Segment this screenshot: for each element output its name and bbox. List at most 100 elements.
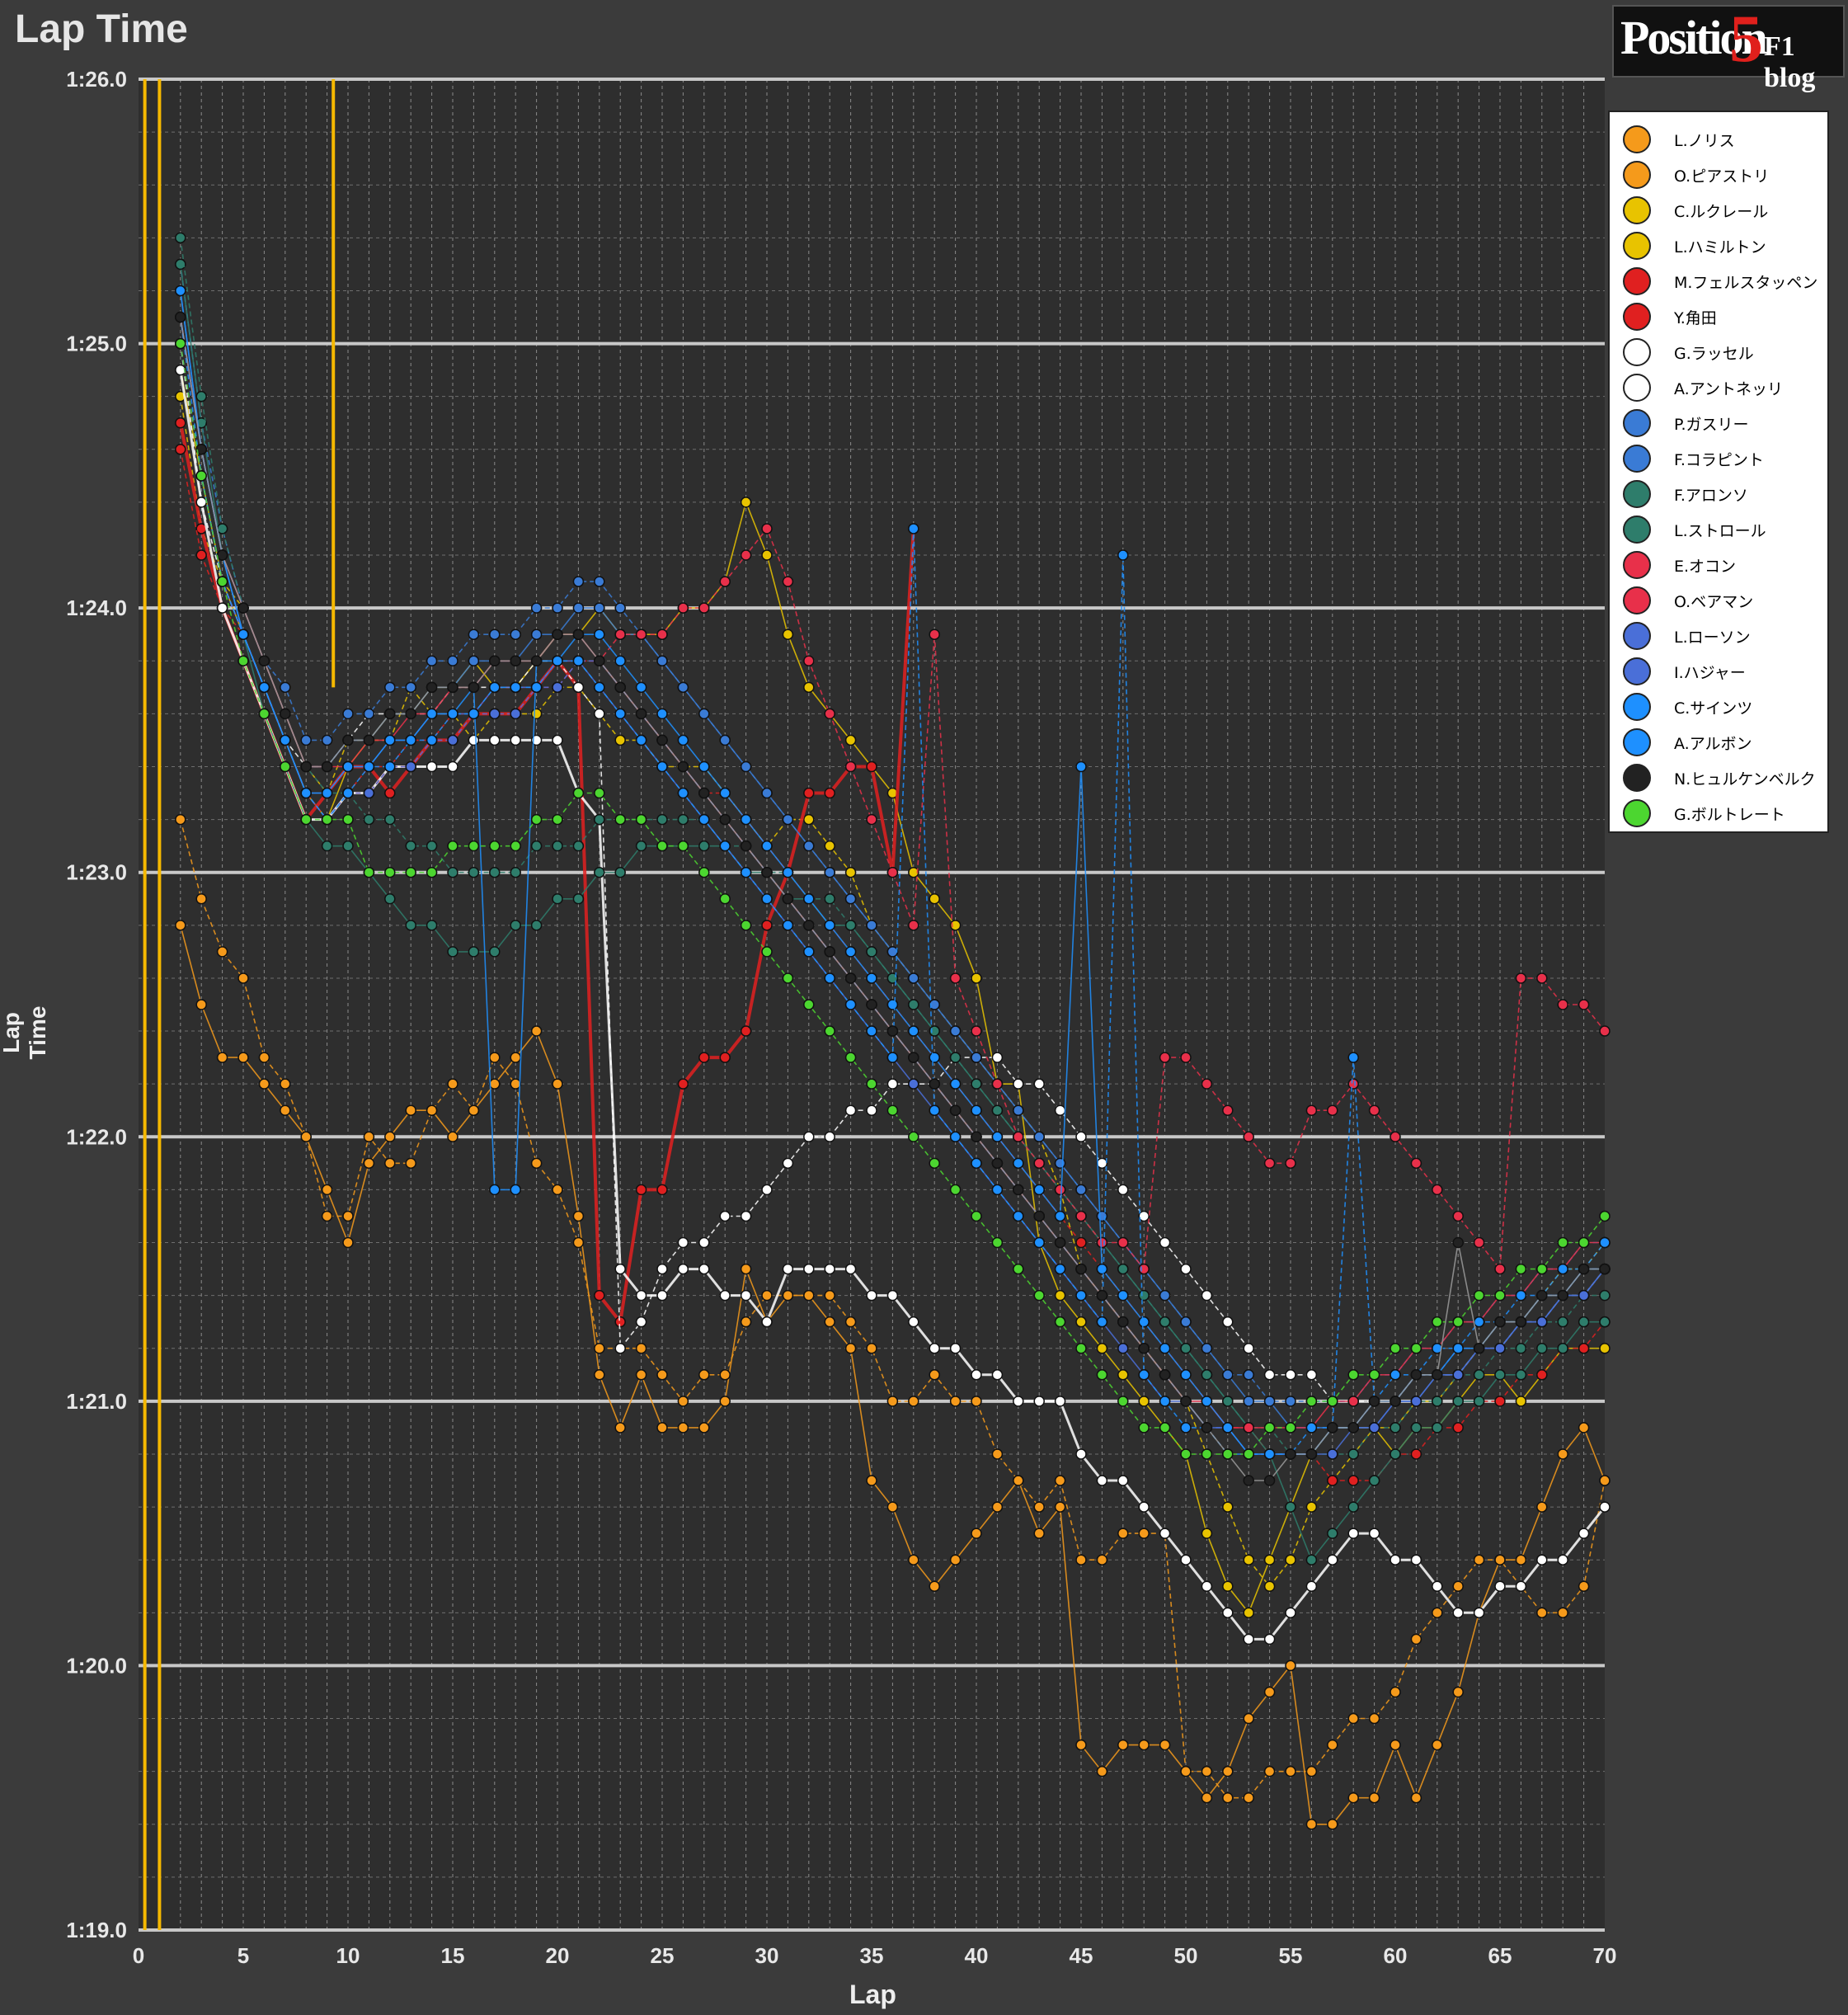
data-point: [971, 1396, 982, 1407]
data-point: [908, 972, 919, 984]
data-point: [1305, 1104, 1318, 1116]
legend-item: F.アロンソ: [1623, 477, 1748, 511]
data-point: [1473, 1316, 1485, 1328]
data-point: [824, 866, 835, 878]
data-point: [1054, 1316, 1066, 1328]
data-point: [635, 1369, 647, 1381]
data-point: [1243, 1422, 1254, 1434]
data-point: [844, 1104, 857, 1116]
data-point: [740, 920, 752, 931]
data-point: [594, 813, 605, 826]
data-point: [594, 602, 605, 614]
data-point: [1201, 1448, 1213, 1460]
data-point: [1054, 1157, 1066, 1170]
data-point: [1243, 1554, 1254, 1565]
data-point: [803, 681, 815, 694]
data-point: [719, 734, 731, 746]
data-point: [363, 866, 375, 878]
data-point: [1347, 1369, 1359, 1381]
x-tick-label: 20: [546, 1943, 570, 1968]
data-point: [971, 1104, 982, 1116]
data-point: [1536, 972, 1548, 984]
legend-label: F.アロンソ: [1674, 486, 1748, 505]
data-point: [1599, 1236, 1611, 1249]
legend-label: O.ピアストリ: [1674, 167, 1770, 186]
williams-icon: [1623, 693, 1651, 721]
data-point: [300, 787, 312, 799]
data-point: [949, 1554, 962, 1565]
data-point: [1096, 1289, 1108, 1302]
data-point: [1263, 1369, 1276, 1381]
data-point: [1452, 1607, 1464, 1619]
data-point: [1515, 1396, 1527, 1407]
kick-icon: [1623, 799, 1651, 827]
data-point: [824, 920, 835, 931]
data-point: [530, 840, 543, 852]
data-point: [1494, 1342, 1506, 1354]
data-point: [886, 1052, 899, 1063]
data-point: [1390, 1131, 1401, 1143]
data-point: [635, 681, 647, 694]
rb-icon: [1623, 657, 1651, 685]
data-point: [1285, 1501, 1296, 1513]
data-point: [195, 470, 207, 482]
data-point: [782, 576, 794, 587]
data-point: [468, 1104, 480, 1116]
legend-label: I.ハジャー: [1674, 663, 1746, 682]
data-point: [635, 1289, 647, 1302]
data-point: [1159, 1528, 1171, 1539]
data-point: [1243, 1607, 1254, 1619]
data-point: [844, 920, 857, 931]
data-point: [1013, 1263, 1024, 1275]
data-point: [1201, 1791, 1213, 1804]
data-point: [342, 1210, 354, 1222]
data-point: [971, 1131, 982, 1143]
data-point: [426, 920, 438, 931]
data-point: [1243, 1475, 1254, 1486]
data-point: [677, 787, 689, 799]
legend-label: L.ストロール: [1674, 521, 1766, 540]
data-point: [656, 629, 668, 640]
data-point: [761, 893, 773, 905]
data-point: [1390, 1342, 1401, 1354]
data-point: [552, 734, 563, 746]
legend-label: L.ローソン: [1674, 628, 1751, 647]
mclaren-icon: [1623, 125, 1651, 153]
data-point: [510, 1184, 521, 1196]
x-tick-label: 5: [237, 1943, 249, 1968]
data-point: [384, 1131, 396, 1143]
data-point: [614, 813, 626, 826]
data-point: [1390, 1686, 1401, 1698]
data-point: [489, 1052, 501, 1063]
data-point: [614, 1316, 626, 1328]
legend-item: N.ヒュルケンベルク: [1623, 760, 1816, 795]
data-point: [1138, 1396, 1150, 1407]
data-point: [1054, 1104, 1066, 1116]
legend-item: L.ストロール: [1623, 512, 1766, 547]
data-point: [908, 1131, 919, 1143]
data-point: [677, 681, 689, 694]
data-point: [1222, 1448, 1234, 1460]
data-point: [635, 840, 647, 852]
data-point: [991, 1131, 1004, 1143]
data-point: [489, 1184, 501, 1196]
legend-item: A.アントネッリ: [1623, 370, 1783, 405]
data-point: [1013, 1210, 1024, 1222]
data-point: [949, 1104, 962, 1116]
data-point: [1285, 1396, 1296, 1407]
data-point: [1368, 1422, 1380, 1434]
data-point: [1305, 1396, 1318, 1407]
data-point: [656, 734, 668, 746]
legend-label: C.サインツ: [1674, 699, 1753, 718]
data-point: [614, 1342, 626, 1354]
data-point: [1201, 1396, 1213, 1407]
data-point: [991, 1448, 1004, 1460]
data-point: [405, 866, 416, 878]
data-point: [1222, 1501, 1234, 1513]
data-point: [1536, 1369, 1548, 1381]
data-point: [698, 760, 710, 773]
data-point: [1117, 1184, 1129, 1196]
data-point: [1159, 1316, 1171, 1328]
data-point: [886, 1078, 899, 1090]
data-point: [929, 893, 940, 905]
